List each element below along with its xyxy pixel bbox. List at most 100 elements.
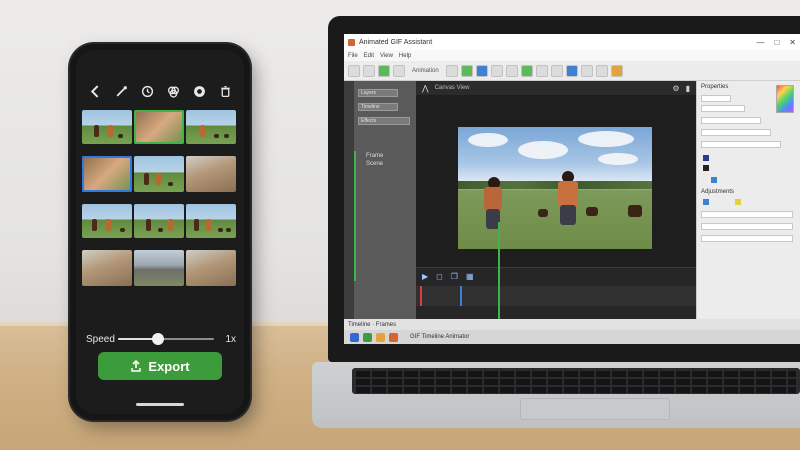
- pin-icon[interactable]: ▮: [686, 84, 690, 93]
- left-panel-label: Frame: [366, 153, 384, 159]
- menu-bar: File Edit View Help: [344, 50, 800, 61]
- keyboard: [352, 368, 800, 394]
- toolbar-button[interactable]: [565, 64, 578, 77]
- phone-toolbar: [76, 80, 244, 102]
- toolbar-button[interactable]: [363, 64, 375, 77]
- toolbar-button[interactable]: [505, 64, 518, 77]
- menu-view[interactable]: View: [380, 53, 393, 59]
- canvas-area: ⋀ Canvas View ⚙ ▮ ▶ ◻ ❐ ▦: [416, 81, 696, 328]
- timeline-marker-red[interactable]: [420, 286, 422, 306]
- toolbar-button[interactable]: [595, 64, 608, 77]
- toolbar-label: Animation: [412, 67, 439, 74]
- home-indicator[interactable]: [136, 403, 184, 406]
- timeline-marker-blue[interactable]: [460, 286, 462, 306]
- property-field[interactable]: [701, 223, 793, 230]
- frame-thumbnail[interactable]: [82, 204, 132, 238]
- frame-thumbnail[interactable]: [82, 250, 132, 286]
- loop-icon[interactable]: ◻: [436, 272, 443, 281]
- brush-icon[interactable]: [114, 84, 128, 98]
- layer-color-icon: [711, 177, 717, 183]
- trackpad[interactable]: [520, 398, 670, 420]
- frame-thumbnail-selected[interactable]: [82, 156, 132, 192]
- property-field[interactable]: [701, 235, 793, 242]
- frame-thumbnail[interactable]: [186, 250, 236, 286]
- color-picker[interactable]: [776, 85, 794, 113]
- toolbar-button[interactable]: [520, 64, 533, 77]
- frame-thumbnail-selected[interactable]: [134, 110, 184, 144]
- left-panel-item[interactable]: Layers: [358, 89, 398, 97]
- phone-screen: Speed 1x Export: [76, 50, 244, 414]
- app-icon: [348, 38, 355, 46]
- properties-panel: Properties Adjustments: [696, 81, 800, 319]
- property-field[interactable]: [701, 105, 745, 112]
- frame-thumbnail[interactable]: [186, 204, 236, 238]
- property-field[interactable]: [701, 117, 761, 124]
- properties-title: Properties: [701, 84, 729, 90]
- frame-thumbnail[interactable]: [186, 156, 236, 192]
- frames-icon[interactable]: ▦: [466, 272, 474, 281]
- toolbar-button[interactable]: [580, 64, 593, 77]
- timeline-playhead[interactable]: [498, 222, 500, 328]
- toolbar-button[interactable]: [460, 64, 473, 77]
- speed-value: 1x: [225, 333, 236, 345]
- taskbar-app-icon[interactable]: [389, 332, 398, 342]
- property-field[interactable]: [701, 95, 731, 102]
- toolbar-button[interactable]: [475, 64, 488, 77]
- frame-thumbnail[interactable]: [134, 156, 184, 192]
- property-field[interactable]: [701, 141, 781, 148]
- left-panel: Layers Timeline Effects Frame Scene: [344, 81, 416, 319]
- speed-control: Speed 1x: [86, 330, 236, 348]
- checkbox-icon[interactable]: [735, 199, 741, 205]
- toolbar-button[interactable]: [393, 64, 405, 77]
- toolbar-button[interactable]: [490, 64, 503, 77]
- toolbar-button[interactable]: [535, 64, 548, 77]
- settings-icon[interactable]: ⚙: [672, 84, 679, 93]
- maximize-button[interactable]: □: [774, 38, 779, 47]
- sticker-icon[interactable]: [192, 84, 206, 98]
- toolbar-button[interactable]: [610, 64, 623, 77]
- left-panel-item[interactable]: Effects: [358, 117, 410, 125]
- speed-slider[interactable]: [118, 330, 214, 348]
- toolbar-button[interactable]: [445, 64, 458, 77]
- video-preview[interactable]: [458, 127, 652, 249]
- delete-icon[interactable]: [218, 84, 232, 98]
- frame-thumbnail[interactable]: [82, 110, 132, 144]
- person-body: [484, 187, 502, 211]
- menu-help[interactable]: Help: [399, 53, 411, 59]
- taskbar-app-icon[interactable]: [376, 332, 385, 342]
- export-button[interactable]: Export: [98, 352, 222, 380]
- toolbar-button[interactable]: [378, 64, 390, 77]
- property-field[interactable]: [701, 211, 793, 218]
- checkbox-icon[interactable]: [703, 199, 709, 205]
- main-toolbar: Animation: [344, 61, 800, 81]
- filter-icon[interactable]: [166, 84, 180, 98]
- minimize-button[interactable]: —: [756, 38, 764, 47]
- frame-thumbnail[interactable]: [134, 250, 184, 286]
- timer-icon[interactable]: [140, 84, 154, 98]
- taskbar-app-icon[interactable]: [350, 332, 359, 342]
- taskbar-app-icon[interactable]: [363, 332, 372, 342]
- property-field[interactable]: [701, 129, 771, 136]
- dog: [538, 209, 548, 217]
- frame-thumbnail[interactable]: [134, 204, 184, 238]
- canvas-header: ⋀ Canvas View ⚙ ▮: [416, 81, 696, 95]
- play-icon[interactable]: ▶: [422, 272, 428, 281]
- layer-color-icon: [703, 155, 709, 161]
- copy-icon[interactable]: ❐: [451, 272, 458, 281]
- speed-slider-handle[interactable]: [152, 333, 165, 345]
- canvas-logo-icon: ⋀: [422, 83, 429, 93]
- phone-device: Speed 1x Export: [70, 44, 250, 420]
- left-tool-strip: [344, 81, 354, 319]
- close-button[interactable]: ✕: [789, 38, 796, 47]
- taskbar: GIF Timeline Animator: [344, 330, 800, 344]
- left-panel-item[interactable]: Timeline: [358, 103, 398, 111]
- menu-file[interactable]: File: [348, 53, 358, 59]
- toolbar-button[interactable]: [348, 64, 360, 77]
- timeline-panel: ▶ ◻ ❐ ▦: [416, 222, 696, 328]
- toolbar-button[interactable]: [550, 64, 563, 77]
- frame-thumbnail[interactable]: [186, 110, 236, 144]
- status-bar: Timeline · Frames: [344, 319, 800, 330]
- timeline-track[interactable]: [416, 222, 696, 328]
- menu-edit[interactable]: Edit: [364, 53, 374, 59]
- chevron-left-icon[interactable]: [88, 84, 102, 98]
